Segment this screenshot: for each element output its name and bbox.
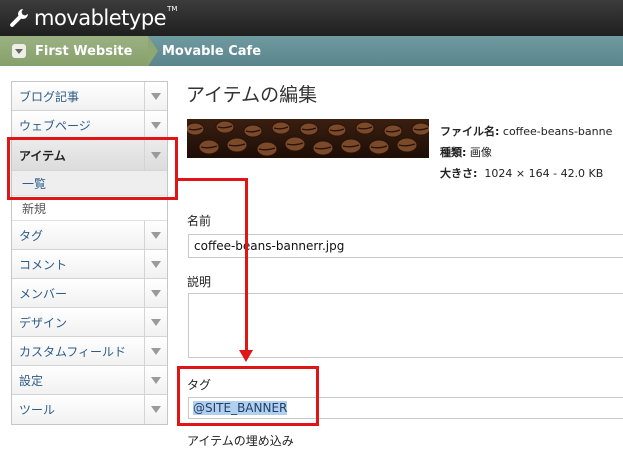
chevron-down-icon[interactable]	[144, 366, 167, 394]
trademark-mark: TM	[167, 5, 178, 13]
tag-label: タグ	[187, 378, 212, 392]
file-size-value: 1024 × 164 - 42.0 KB	[484, 167, 604, 180]
sidebar-menu: ブログ記事 ウェブページ アイテム 一覧 新規 タグ コメント メンバー デザイ…	[11, 81, 168, 425]
sidebar-item-assets[interactable]: アイテム	[12, 140, 167, 171]
sidebar-subitem-new[interactable]: 新規	[12, 196, 167, 221]
name-input[interactable]	[188, 234, 623, 258]
sidebar-subitem-list[interactable]: 一覧	[12, 171, 167, 196]
file-type-row: 種類: 画像	[440, 142, 612, 163]
website-name[interactable]: First Website	[35, 44, 132, 59]
sidebar-item-label: コメント	[19, 257, 68, 272]
file-size-row: 大きさ: 1024 × 164 - 42.0 KB	[440, 163, 612, 184]
chevron-down-icon[interactable]	[144, 337, 167, 365]
sidebar-item-comments[interactable]: コメント	[12, 250, 167, 279]
chevron-down-icon[interactable]	[144, 279, 167, 307]
breadcrumb-blog[interactable]: Movable Cafe	[162, 36, 261, 66]
sidebar-item-label: 設定	[19, 373, 44, 388]
coffee-beans-image	[187, 119, 429, 158]
sidebar-item-pages[interactable]: ウェブページ	[12, 111, 167, 140]
sidebar-item-settings[interactable]: 設定	[12, 366, 167, 395]
description-label: 説明	[187, 275, 212, 289]
chevron-down-icon[interactable]	[144, 395, 167, 424]
sidebar-item-label: アイテム	[19, 148, 66, 163]
sidebar-item-design[interactable]: デザイン	[12, 308, 167, 337]
sidebar-item-tags[interactable]: タグ	[12, 221, 167, 250]
annotation-line	[177, 178, 248, 181]
sidebar-item-label: ウェブページ	[19, 118, 91, 133]
file-name-row: ファイル名: coffee-beans-banne	[440, 121, 612, 142]
sidebar-subitem-label: 新規	[22, 201, 47, 216]
description-input[interactable]	[188, 293, 623, 358]
sidebar-item-members[interactable]: メンバー	[12, 279, 167, 308]
breadcrumb: First Website Movable Cafe	[0, 36, 623, 66]
sidebar-item-label: ブログ記事	[19, 89, 80, 104]
movabletype-logo[interactable]: movabletype TM	[8, 4, 177, 32]
file-info: ファイル名: coffee-beans-banne 種類: 画像 大きさ: 10…	[440, 121, 612, 184]
page-title: アイテムの編集	[186, 84, 318, 106]
sidebar-item-label: タグ	[19, 228, 44, 243]
sidebar-item-label: ツール	[19, 403, 56, 417]
sidebar-item-label: メンバー	[19, 286, 68, 301]
sidebar-item-custom-fields[interactable]: カスタムフィールド	[12, 337, 167, 366]
chevron-down-icon[interactable]	[144, 221, 167, 249]
tags-input[interactable]: @SITE_BANNER	[188, 397, 623, 419]
sidebar-item-tools[interactable]: ツール	[12, 395, 167, 424]
sidebar-item-entries[interactable]: ブログ記事	[12, 82, 167, 111]
sidebar-item-label: デザイン	[19, 315, 68, 330]
asset-thumbnail	[187, 119, 429, 158]
annotation-line	[245, 178, 248, 350]
file-size-label: 大きさ:	[440, 167, 478, 180]
sidebar-subitem-label: 一覧	[22, 176, 47, 191]
breadcrumb-website[interactable]: First Website	[0, 36, 158, 66]
chevron-down-icon[interactable]	[12, 44, 26, 58]
file-type-label: 種類:	[440, 146, 467, 159]
brand-name: movabletype	[34, 6, 167, 30]
file-type-value: 画像	[469, 146, 492, 159]
chevron-down-icon[interactable]	[144, 111, 167, 139]
file-name-value: coffee-beans-banne	[502, 125, 613, 138]
annotation-arrow-icon	[239, 350, 253, 362]
chevron-down-icon[interactable]	[144, 82, 167, 110]
tag-value: @SITE_BANNER	[193, 401, 288, 415]
chevron-down-icon[interactable]	[144, 140, 167, 170]
chevron-down-icon[interactable]	[144, 308, 167, 336]
sidebar-item-label: カスタムフィールド	[19, 344, 127, 359]
file-name-label: ファイル名:	[440, 125, 500, 138]
chevron-down-icon[interactable]	[144, 250, 167, 278]
name-label: 名前	[187, 214, 212, 228]
embed-label: アイテムの埋め込み	[187, 434, 294, 448]
top-bar: movabletype TM	[0, 0, 623, 36]
wrench-icon	[10, 9, 28, 27]
